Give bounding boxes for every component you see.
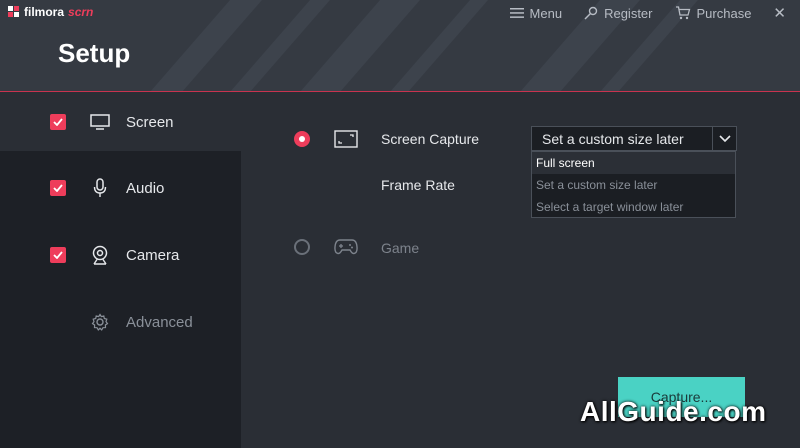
- sidebar-item-label: Audio: [126, 179, 165, 197]
- capture-size-dropdown: Full screen Set a custom size later Sele…: [531, 151, 736, 218]
- sidebar-item-audio[interactable]: Audio: [0, 163, 241, 213]
- gear-icon: [89, 311, 111, 333]
- capture-size-value: Set a custom size later: [542, 130, 684, 147]
- frame-rate-label: Frame Rate: [381, 177, 455, 193]
- checkmark-icon: [53, 184, 63, 192]
- capture-size-select[interactable]: Set a custom size later: [531, 126, 737, 151]
- screen-capture-label: Screen Capture: [381, 131, 480, 147]
- game-label: Game: [381, 240, 420, 256]
- monitor-icon: [89, 111, 111, 133]
- menu-button[interactable]: Menu: [509, 5, 563, 21]
- game-radio[interactable]: [294, 239, 310, 255]
- logo-text: filmora: [24, 5, 65, 19]
- sidebar: Screen Audio Camera Advanced: [0, 93, 241, 448]
- checkmark-icon: [53, 251, 63, 259]
- watermark-text: AllGuide.com: [580, 396, 767, 427]
- dropdown-option-full-screen[interactable]: Full screen: [532, 152, 735, 174]
- cart-icon: [675, 6, 690, 20]
- chevron-down-icon[interactable]: [712, 127, 736, 150]
- menu-label: Menu: [529, 5, 563, 21]
- sidebar-item-camera[interactable]: Camera: [0, 230, 241, 280]
- register-button[interactable]: Register: [584, 5, 653, 21]
- checkmark-icon: [53, 118, 63, 126]
- screen-capture-radio[interactable]: [294, 131, 310, 147]
- dropdown-option-target-window[interactable]: Select a target window later: [532, 196, 735, 218]
- key-icon: [584, 6, 598, 20]
- register-label: Register: [604, 5, 653, 21]
- sidebar-item-advanced[interactable]: Advanced: [0, 297, 241, 347]
- top-menu: Menu Register Purchase ✕: [509, 4, 786, 22]
- sidebar-item-screen[interactable]: Screen: [0, 97, 241, 147]
- close-icon[interactable]: ✕: [773, 4, 786, 22]
- hamburger-icon: [509, 8, 524, 18]
- fullscreen-frame-icon: [334, 130, 358, 148]
- logo-mark-icon: [8, 6, 19, 17]
- page-title: Setup: [58, 38, 131, 68]
- camera-checkbox[interactable]: [50, 247, 66, 263]
- app-logo: filmora scrn: [8, 5, 93, 19]
- purchase-label: Purchase: [696, 5, 752, 21]
- webcam-icon: [89, 244, 111, 266]
- sidebar-item-label: Camera: [126, 246, 180, 264]
- sidebar-item-label: Screen: [126, 113, 174, 131]
- audio-checkbox[interactable]: [50, 180, 66, 196]
- header-banner: filmora scrn Setup Menu Register Purchas…: [0, 0, 800, 92]
- gamepad-icon: [334, 239, 358, 255]
- microphone-icon: [89, 177, 111, 199]
- screen-checkbox[interactable]: [50, 114, 66, 130]
- purchase-button[interactable]: Purchase: [675, 5, 752, 21]
- logo-accent-text: scrn: [68, 5, 94, 19]
- sidebar-item-label: Advanced: [126, 313, 193, 331]
- dropdown-option-custom-size[interactable]: Set a custom size later: [532, 174, 735, 196]
